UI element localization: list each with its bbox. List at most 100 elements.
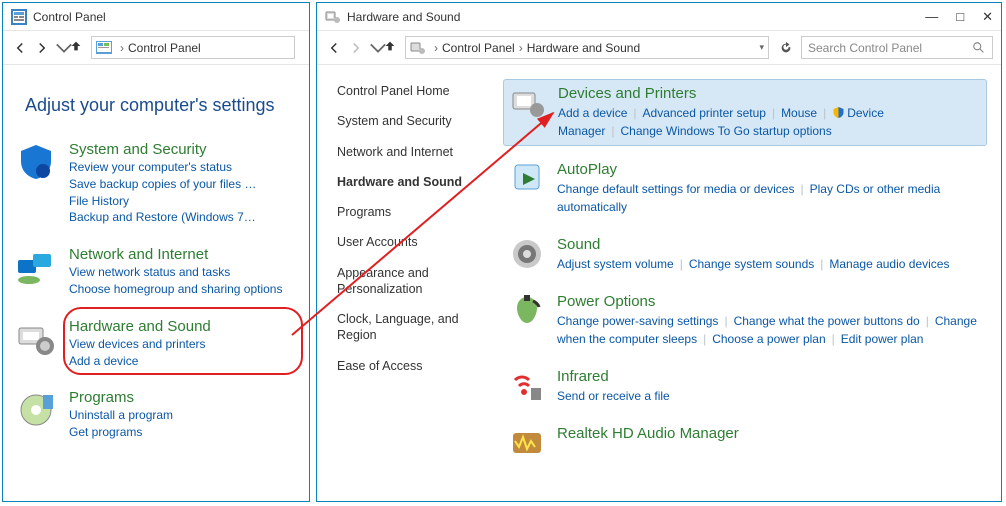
control-panel-window: Control Panel › Control Panel Adjust you… [2,2,310,502]
block-link[interactable]: Change what the power buttons do [734,314,920,328]
block-link[interactable]: Add a device [558,106,627,120]
category-link[interactable]: View devices and printers [69,336,297,353]
category-link[interactable]: Uninstall a program [69,407,297,424]
location-icon [96,40,112,55]
location-icon [410,40,426,55]
block-icon [509,293,545,329]
category-icon [15,389,57,431]
breadcrumb-item[interactable]: Control Panel [128,41,201,55]
block-icon [509,236,545,272]
shield-icon [832,106,845,119]
category-title[interactable]: Hardware and Sound [69,318,211,335]
window-title: Control Panel [33,10,301,24]
block-link[interactable]: Send or receive a file [557,389,670,403]
side-nav-item[interactable]: Hardware and Sound [337,174,497,190]
main-panel: Devices and PrintersAdd a device|Advance… [497,65,1001,476]
block-icon [509,368,545,404]
side-nav: Control Panel Home System and Security Net… [317,65,497,476]
search-placeholder: Search Control Panel [808,41,972,55]
side-nav-item[interactable]: Network and Internet [337,144,497,160]
settings-block: Infrared Send or receive a file [503,363,987,410]
block-title[interactable]: Power Options [557,293,981,310]
titlebar: Control Panel [3,3,309,31]
titlebar: Hardware and Sound — □ ✕ [317,3,1001,31]
category-link[interactable]: Get programs [69,424,297,441]
content-area: Control Panel Home System and Security Net… [317,65,1001,476]
address-bar[interactable]: › Control Panel › Hardware and Sound ▾ [405,36,769,59]
block-title[interactable]: Devices and Printers [558,85,980,102]
side-nav-item[interactable]: Programs [337,204,497,220]
back-button[interactable] [325,39,343,57]
block-link[interactable]: Manage audio devices [829,257,949,271]
category-link[interactable]: Add a device [69,353,297,370]
category-title[interactable]: Network and Internet [69,246,208,263]
settings-block: Realtek HD Audio Manager [503,420,987,466]
category-icon [15,246,57,288]
category-title[interactable]: Programs [69,389,134,406]
close-button[interactable]: ✕ [982,9,993,25]
block-link[interactable]: Choose a power plan [712,332,825,346]
nav-toolbar: › Control Panel [3,31,309,65]
block-link[interactable]: Change system sounds [689,257,814,271]
address-bar[interactable]: › Control Panel [91,36,295,59]
category-item: ProgramsUninstall a programGet programs [15,384,297,446]
search-icon [972,41,986,55]
category-link[interactable]: Save backup copies of your files … [69,176,297,193]
block-title[interactable]: Infrared [557,368,670,385]
settings-block: Power Options Change power-saving setting… [503,288,987,353]
side-nav-item[interactable]: Clock, Language, and Region [337,311,497,344]
category-item: Network and InternetView network status … [15,241,297,303]
settings-block: Devices and PrintersAdd a device|Advance… [503,79,987,146]
block-link[interactable]: Advanced printer setup [643,106,766,120]
breadcrumb-item[interactable]: Hardware and Sound [527,41,640,55]
side-nav-item[interactable]: Appearance and Personalization [337,265,497,298]
up-button[interactable] [383,39,401,57]
hardware-sound-icon [325,9,341,25]
block-title[interactable]: Sound [557,236,949,253]
maximize-button[interactable]: □ [956,9,964,25]
category-link[interactable]: Choose homegroup and sharing options [69,281,297,298]
side-nav-item[interactable]: Ease of Access [337,358,497,374]
search-input[interactable]: Search Control Panel [801,36,993,59]
breadcrumb-separator: › [120,41,124,55]
block-link[interactable]: Adjust system volume [557,257,674,271]
category-icon [15,141,57,183]
side-nav-item[interactable]: Control Panel Home [337,83,497,99]
recent-dropdown[interactable] [369,39,379,57]
settings-block: AutoPlay Change default settings for medi… [503,156,987,221]
window-title: Hardware and Sound [347,10,925,24]
category-link[interactable]: Review your computer's status [69,159,297,176]
block-title[interactable]: Realtek HD Audio Manager [557,425,739,442]
category-icon [15,318,57,360]
control-panel-icon [11,9,27,25]
block-icon [509,161,545,197]
minimize-button[interactable]: — [925,9,938,25]
block-link[interactable]: Change Windows To Go startup options [621,124,832,138]
page-heading: Adjust your computer's settings [25,95,309,116]
forward-button[interactable] [347,39,365,57]
recent-dropdown[interactable] [55,39,65,57]
category-item: Hardware and SoundView devices and print… [15,313,297,375]
block-link[interactable]: Change power-saving settings [557,314,718,328]
settings-block: SoundAdjust system volume|Change system … [503,231,987,278]
block-icon [509,425,545,461]
up-button[interactable] [69,39,87,57]
block-link[interactable]: Mouse [781,106,817,120]
block-link[interactable]: Edit power plan [841,332,924,346]
category-link[interactable]: File History [69,193,297,210]
block-link[interactable]: Change default settings for media or dev… [557,182,794,196]
block-title[interactable]: AutoPlay [557,161,981,178]
category-link[interactable]: Backup and Restore (Windows 7… [69,209,297,226]
nav-toolbar: › Control Panel › Hardware and Sound ▾ S… [317,31,1001,65]
breadcrumb-dropdown[interactable]: ▾ [759,42,764,53]
category-title[interactable]: System and Security [69,141,207,158]
block-icon [510,85,546,121]
breadcrumb-item[interactable]: Control Panel [442,41,515,55]
category-item: System and SecurityReview your computer'… [15,136,297,231]
back-button[interactable] [11,39,29,57]
side-nav-item[interactable]: User Accounts [337,234,497,250]
category-link[interactable]: View network status and tasks [69,264,297,281]
refresh-button[interactable] [775,37,797,59]
forward-button[interactable] [33,39,51,57]
side-nav-item[interactable]: System and Security [337,113,497,129]
